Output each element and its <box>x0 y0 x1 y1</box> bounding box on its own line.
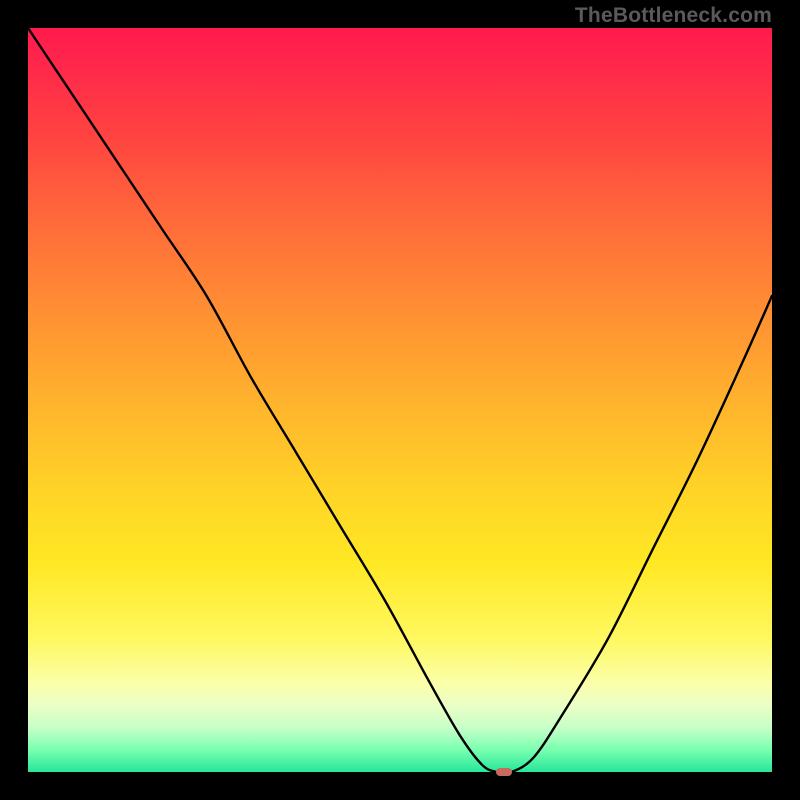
optimum-marker <box>496 768 512 776</box>
watermark-text: TheBottleneck.com <box>575 4 772 28</box>
bottleneck-curve <box>28 28 772 772</box>
chart-frame: TheBottleneck.com <box>0 0 800 800</box>
plot-area <box>28 28 772 772</box>
